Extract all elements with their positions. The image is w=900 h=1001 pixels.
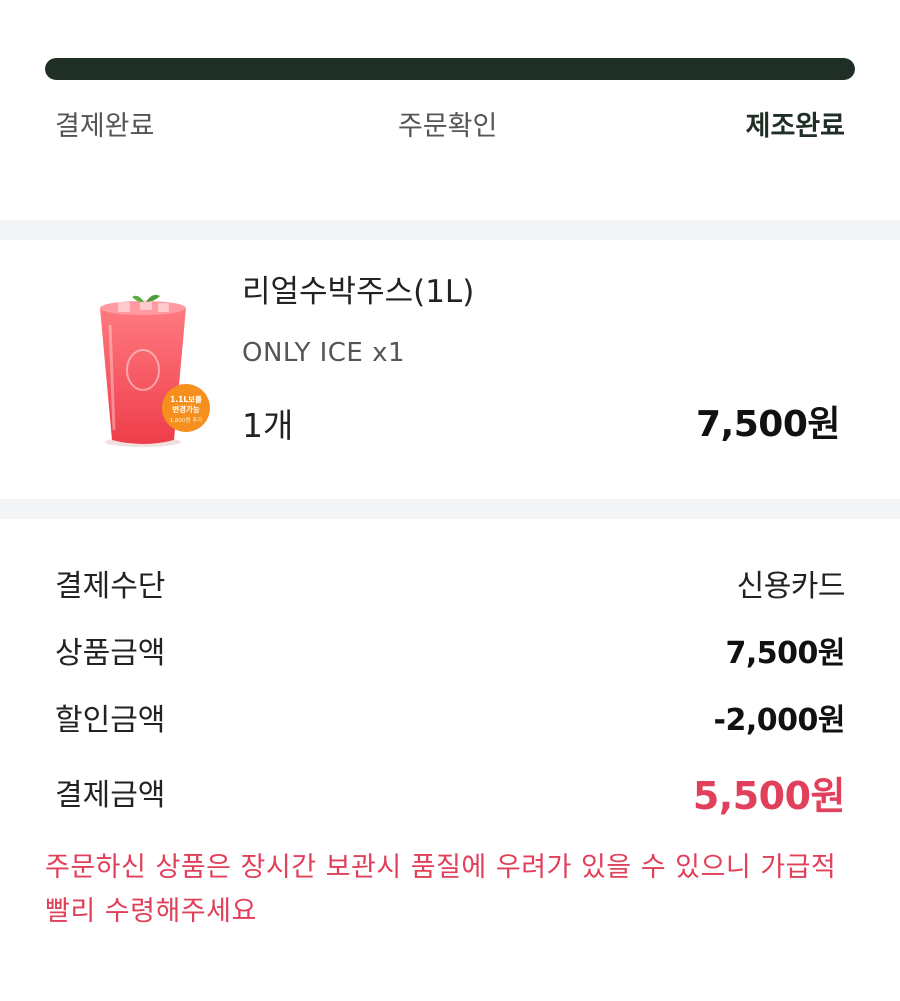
product-option: ONLY ICE x1	[242, 338, 406, 368]
subtotal-row: 상품금액 7,500원	[55, 629, 845, 679]
progress-fill	[45, 58, 855, 80]
step-preparation-complete: 제조완료	[745, 111, 845, 142]
order-progress: 결제완료 주문확인 제조완료	[0, 0, 900, 220]
discount-label: 할인금액	[55, 703, 166, 738]
step-order-confirmed: 주문확인	[398, 111, 498, 142]
payment-method-row: 결제수단 신용카드	[55, 562, 846, 612]
pickup-notice: 주문하신 상품은 장시간 보관시 품질에 우려가 있을 수 있으니 가급적 빨리…	[45, 852, 837, 927]
badge-line-1: 1.1L보틀	[170, 394, 202, 404]
step-payment-complete: 결제완료	[55, 111, 155, 142]
subtotal-value: 7,500원	[725, 636, 846, 671]
product-price: 7,500원	[696, 404, 841, 445]
discount-value: -2,000원	[713, 703, 846, 738]
order-item: 1.1L보틀 변경가능 1,800원 추가 리얼수박주스(1L) ONLY IC…	[0, 240, 900, 499]
payment-summary: 결제수단 신용카드 상품금액 7,500원 할인금액 -2,000원 결제금액 …	[0, 519, 900, 1001]
discount-row: 할인금액 -2,000원	[55, 696, 846, 746]
badge-line-3: 1,800원 추가	[170, 416, 203, 424]
product-quantity: 1개	[242, 406, 294, 445]
section-divider	[0, 220, 900, 240]
payment-method-label: 결제수단	[55, 569, 166, 604]
section-divider	[0, 499, 900, 519]
progress-bar	[45, 58, 855, 80]
total-value: 5,500원	[692, 774, 846, 818]
total-label: 결제금액	[55, 778, 166, 813]
payment-method-value: 신용카드	[736, 569, 846, 604]
subtotal-label: 상품금액	[55, 636, 166, 671]
total-row: 결제금액 5,500원	[55, 771, 846, 821]
badge-line-2: 변경가능	[172, 404, 200, 414]
watermelon-juice-image: 1.1L보틀 변경가능 1,800원 추가	[100, 294, 210, 447]
product-name: 리얼수박주스(1L)	[242, 274, 475, 310]
